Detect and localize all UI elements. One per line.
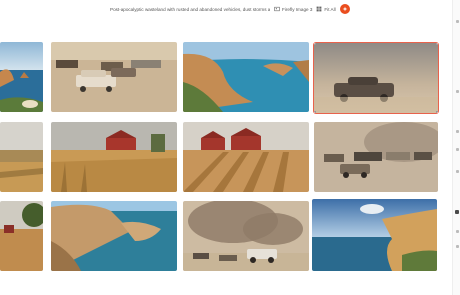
model-chip[interactable]: Firefly Image 3 (274, 6, 312, 12)
panel-marker (456, 148, 459, 151)
image-tile-farm-3[interactable] (183, 122, 309, 192)
image-tile-coast-4[interactable] (312, 199, 437, 271)
panel-marker (456, 130, 459, 133)
model-label: Firefly Image 3 (282, 6, 313, 12)
generate-button[interactable] (339, 4, 350, 14)
sparkle-icon (342, 6, 348, 12)
prompt-toolbar: Post-apocalyptic wasteland with rusted a… (110, 2, 350, 16)
image-tile-farm-2[interactable] (51, 122, 177, 192)
image-tile-coast-3[interactable] (51, 201, 177, 271)
panel-marker (456, 20, 459, 23)
fit-chip[interactable]: Fit All (316, 6, 336, 12)
resize-handle[interactable] (436, 111, 438, 113)
image-tile-farm-1[interactable] (0, 122, 43, 192)
panel-marker (455, 210, 459, 214)
prompt-text[interactable]: Post-apocalyptic wasteland with rusted a… (110, 7, 270, 12)
panel-marker (456, 170, 459, 173)
image-tile-wasteland-1[interactable] (51, 42, 177, 112)
panel-marker (456, 230, 459, 233)
image-tile-wasteland-3[interactable] (314, 122, 438, 192)
image-tile-farm-4[interactable] (0, 201, 43, 271)
right-sidebar (452, 0, 460, 295)
image-icon (274, 6, 280, 12)
resize-handle[interactable] (436, 43, 438, 45)
resize-handle[interactable] (314, 43, 316, 45)
image-tile-coast-1[interactable] (0, 42, 43, 112)
panel-marker (456, 90, 459, 93)
resize-handle[interactable] (314, 111, 316, 113)
grid-icon (316, 6, 322, 12)
image-tile-wasteland-2[interactable] (313, 42, 439, 114)
image-tile-wasteland-4[interactable] (183, 201, 309, 271)
image-tile-coast-2[interactable] (183, 42, 309, 112)
panel-marker (456, 245, 459, 248)
fit-label: Fit All (324, 6, 336, 12)
